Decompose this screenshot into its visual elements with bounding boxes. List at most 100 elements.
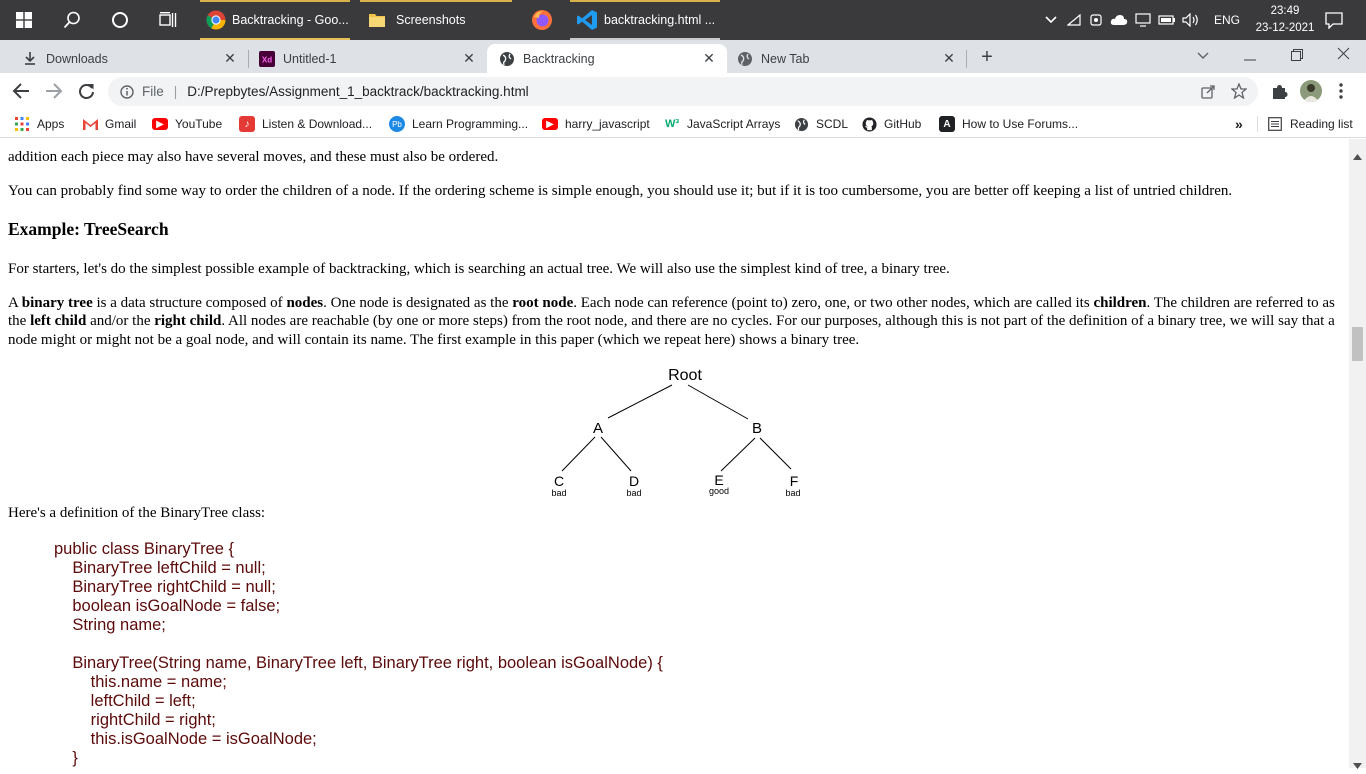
reading-list-label: Reading list <box>1290 117 1353 131</box>
network-icon[interactable] <box>1064 14 1084 26</box>
youtube-icon: ▶ <box>542 118 558 130</box>
close-tab-icon[interactable]: ✕ <box>461 50 477 67</box>
more-bookmarks-chevron-icon[interactable]: » <box>1235 115 1243 133</box>
cloud-icon[interactable] <box>1108 14 1130 26</box>
term-left-child: left child <box>30 313 87 330</box>
system-tray: ENG <box>1042 0 1240 40</box>
taskbar-app-screenshots[interactable]: Screenshots <box>360 0 512 40</box>
reading-list-button[interactable]: Reading list <box>1267 115 1353 133</box>
task-view-icon[interactable] <box>144 0 192 40</box>
node-f: F <box>790 473 799 489</box>
section-heading: Example: TreeSearch <box>8 219 169 239</box>
text: A <box>8 295 22 311</box>
close-tab-icon[interactable]: ✕ <box>941 50 957 67</box>
scroll-up-arrow-icon[interactable] <box>1353 147 1362 165</box>
tab-new-tab[interactable]: New Tab ✕ <box>727 44 967 73</box>
edge-b-f <box>759 437 792 470</box>
chrome-icon <box>206 10 226 30</box>
globe-icon <box>737 51 753 67</box>
code-line: boolean isGoalNode = false; <box>54 597 281 615</box>
edge-root-b <box>687 384 749 420</box>
language-indicator[interactable]: ENG <box>1214 13 1240 27</box>
minimize-icon[interactable] <box>1244 50 1256 68</box>
back-arrow-icon[interactable] <box>12 83 30 104</box>
bookmark-scdl[interactable]: SCDL <box>793 115 848 133</box>
tab-untitled[interactable]: Xd Untitled-1 ✕ <box>245 44 487 73</box>
share-icon[interactable] <box>1201 84 1216 99</box>
taskbar-clock[interactable]: 23:49 23-12-2021 <box>1250 3 1320 37</box>
notifications-icon[interactable] <box>1320 0 1348 40</box>
forum-icon: A <box>939 116 955 132</box>
cortana-icon[interactable] <box>96 0 144 40</box>
bookmark-label: JavaScript Arrays <box>687 117 781 131</box>
scheme-divider: | <box>173 84 178 99</box>
bookmark-youtube[interactable]: ▶ YouTube <box>152 115 222 133</box>
bookmark-how-to-use-forums[interactable]: A How to Use Forums... <box>939 115 1078 133</box>
tab-separator <box>966 50 967 68</box>
youtube-icon: ▶ <box>152 118 168 130</box>
scrollbar-thumb[interactable] <box>1352 327 1363 361</box>
code-line: this.name = name; <box>54 673 227 691</box>
tab-backtracking[interactable]: Backtracking ✕ <box>487 44 727 73</box>
search-icon[interactable] <box>48 0 96 40</box>
bookmark-listen-download[interactable]: ♪ Listen & Download... <box>239 115 372 133</box>
onedrive-sync-icon[interactable] <box>1086 13 1106 27</box>
bookmark-label: How to Use Forums... <box>962 117 1079 131</box>
bookmark-javascript-arrays[interactable]: W³ JavaScript Arrays <box>664 115 780 133</box>
scroll-down-arrow-icon[interactable] <box>1353 756 1362 774</box>
windows-start-icon[interactable] <box>0 0 48 40</box>
adobe-xd-icon: Xd <box>259 50 275 67</box>
bookmark-harry-javascript[interactable]: ▶ harry_javascript <box>542 115 650 133</box>
svg-text:Xd: Xd <box>262 55 272 64</box>
taskbar-app-chrome[interactable]: Backtracking - Goo... <box>200 0 350 40</box>
browser-tab-strip: Downloads ✕ Xd Untitled-1 ✕ Backtracking… <box>0 40 1366 73</box>
new-tab-plus-icon[interactable]: + <box>976 46 998 68</box>
paragraph-definition: Here's a definition of the BinaryTree cl… <box>8 505 266 521</box>
taskbar-app-vscode[interactable]: backtracking.html ... <box>570 0 720 40</box>
bookmark-learn-programming[interactable]: Pb Learn Programming... <box>389 115 528 133</box>
term-nodes: nodes <box>286 295 324 311</box>
taskbar-app-firefox[interactable] <box>522 0 562 40</box>
profile-avatar[interactable] <box>1300 80 1322 102</box>
tab-title: Backtracking <box>523 51 595 66</box>
globe-icon <box>793 116 809 132</box>
speaker-icon[interactable] <box>1180 13 1202 27</box>
tab-search-chevron-icon[interactable] <box>1196 48 1210 66</box>
show-hidden-icons-chevron-icon[interactable] <box>1042 16 1060 24</box>
bookmark-gmail[interactable]: Gmail <box>82 115 136 133</box>
url-text: D:/Prepbytes/Assignment_1_backtrack/back… <box>187 84 529 99</box>
close-tab-icon[interactable]: ✕ <box>222 50 238 67</box>
taskbar-app-label: backtracking.html ... <box>604 13 716 27</box>
edge-root-a <box>607 384 673 419</box>
w3schools-icon: W³ <box>664 118 680 130</box>
term-children: children <box>1093 295 1147 311</box>
close-window-icon[interactable] <box>1337 47 1350 65</box>
folder-icon <box>368 11 386 29</box>
globe-icon <box>499 51 515 67</box>
vertical-scrollbar[interactable] <box>1349 139 1366 769</box>
extensions-puzzle-icon[interactable] <box>1271 83 1288 105</box>
bookmark-label: GitHub <box>884 117 922 131</box>
tab-downloads[interactable]: Downloads ✕ <box>8 44 248 73</box>
bookmark-github[interactable]: GitHub <box>861 115 921 133</box>
bookmark-star-icon[interactable] <box>1231 83 1247 99</box>
code-line: BinaryTree rightChild = null; <box>54 578 276 596</box>
forward-arrow-icon[interactable] <box>45 83 63 104</box>
close-tab-icon[interactable]: ✕ <box>701 50 717 67</box>
address-bar[interactable]: File | D:/Prepbytes/Assignment_1_backtra… <box>108 77 1258 106</box>
battery-icon[interactable] <box>1156 15 1178 25</box>
display-icon[interactable] <box>1132 13 1154 27</box>
paragraph-clipped: addition each piece may also have severa… <box>8 149 499 165</box>
bookmark-apps[interactable]: Apps <box>14 115 64 133</box>
reading-list-icon <box>1267 116 1283 132</box>
browser-toolbar: File | D:/Prepbytes/Assignment_1_backtra… <box>0 73 1366 110</box>
tab-title: New Tab <box>761 51 810 66</box>
chrome-menu-icon[interactable] <box>1338 83 1344 104</box>
paragraph-starters: For starters, let's do the simplest poss… <box>8 261 950 277</box>
clock-date: 23-12-2021 <box>1255 22 1315 34</box>
restore-icon[interactable] <box>1291 48 1303 66</box>
reload-icon[interactable] <box>78 83 95 105</box>
term-binary-tree: binary tree <box>21 295 93 311</box>
site-info-icon[interactable] <box>120 84 134 99</box>
